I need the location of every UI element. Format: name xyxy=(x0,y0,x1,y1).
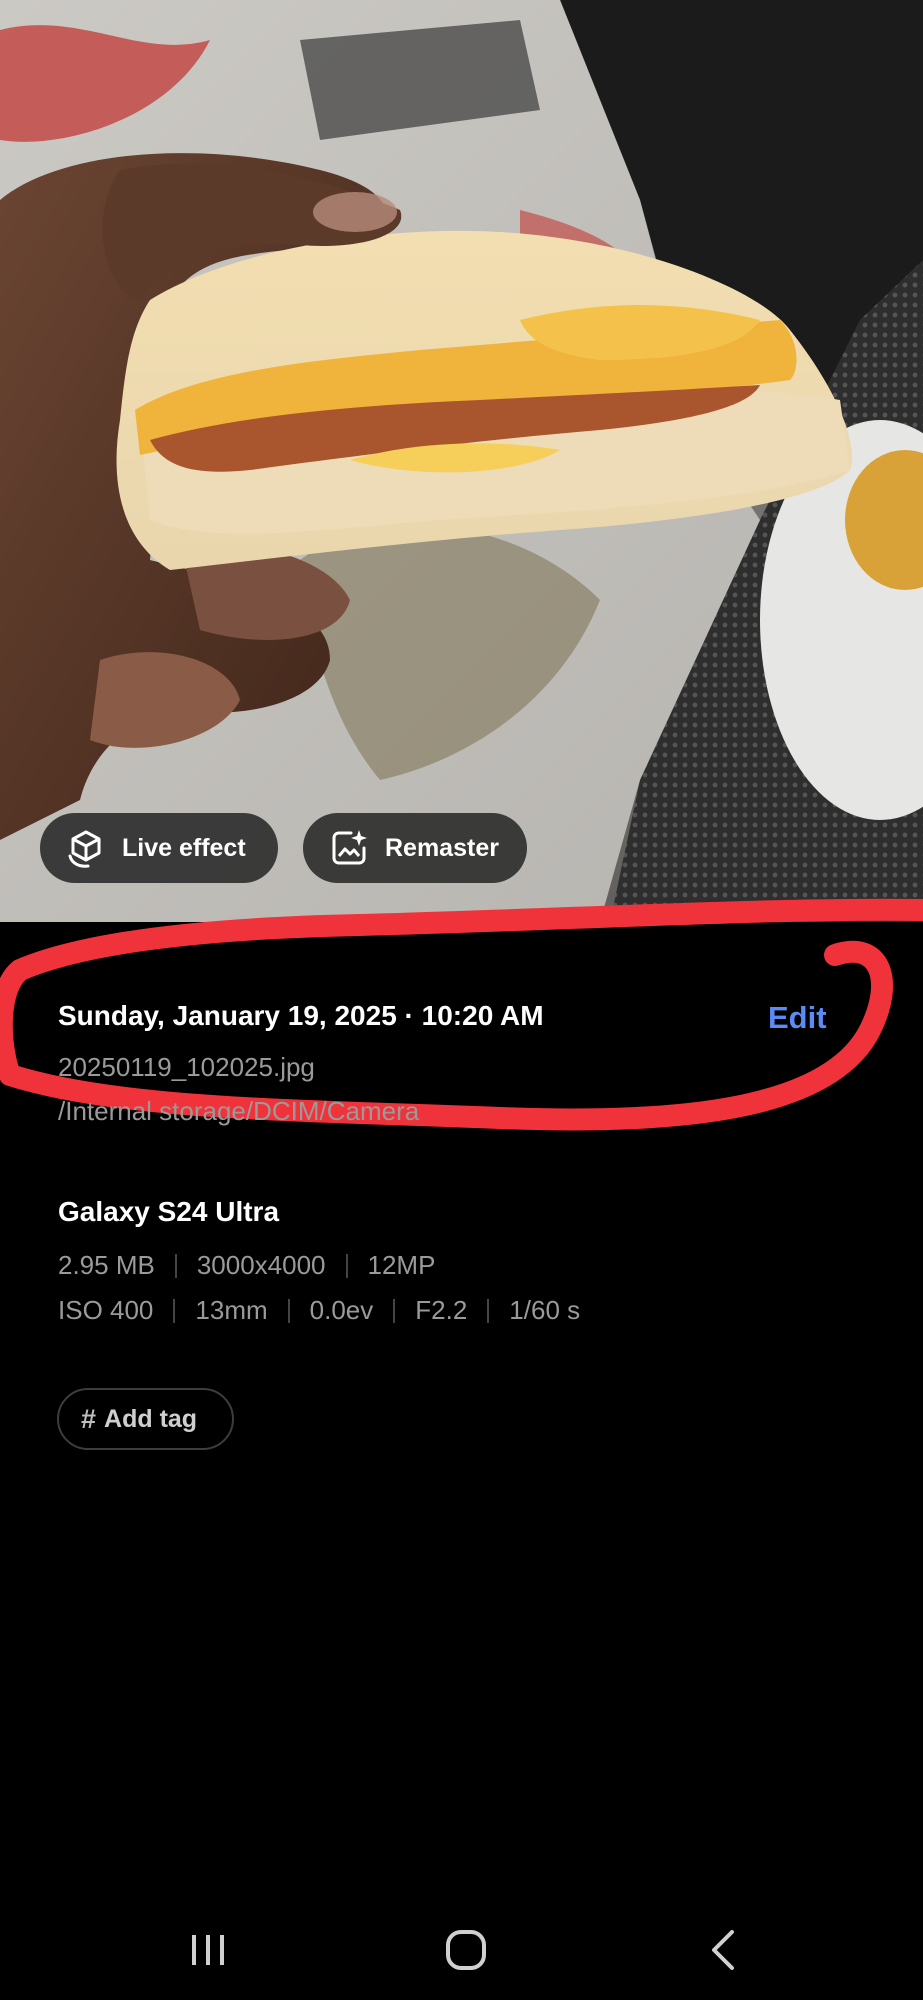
add-tag-label: Add tag xyxy=(104,1404,198,1433)
divider xyxy=(174,1253,177,1278)
divider xyxy=(487,1298,490,1323)
camera-info-row: ISO 400 13mm 0.0ev F2.2 1/60 s xyxy=(58,1295,580,1326)
divider xyxy=(393,1298,396,1323)
exposure-value: 0.0ev xyxy=(309,1295,374,1325)
back-icon[interactable] xyxy=(694,1920,754,1980)
hashtag-icon: # xyxy=(81,1403,97,1434)
device-model: Galaxy S24 Ultra xyxy=(58,1196,280,1227)
aperture: F2.2 xyxy=(415,1295,468,1325)
recents-icon[interactable] xyxy=(178,1920,238,1980)
red-annotation-circle xyxy=(0,898,923,1131)
focal-length: 13mm xyxy=(195,1295,268,1325)
edit-details-button[interactable]: Edit xyxy=(768,1000,827,1036)
photo-image xyxy=(0,0,923,922)
resolution: 3000x4000 xyxy=(196,1250,326,1280)
shutter-speed: 1/60 s xyxy=(509,1295,581,1325)
divider xyxy=(345,1253,348,1278)
file-path: /Internal storage/DCIM/Camera xyxy=(58,1096,420,1126)
date-time: Sunday, January 19, 2025 · 10:20 AM xyxy=(58,1000,544,1031)
megapixels: 12MP xyxy=(367,1250,436,1280)
divider xyxy=(173,1298,176,1323)
iso: ISO 400 xyxy=(58,1295,154,1325)
add-tag-button[interactable]: # Add tag xyxy=(57,1388,234,1450)
remaster-label: Remaster xyxy=(385,833,499,862)
system-navigation-bar xyxy=(0,1890,923,2000)
file-size: 2.95 MB xyxy=(58,1250,155,1280)
divider xyxy=(287,1298,290,1323)
live-effect-icon xyxy=(68,830,101,868)
file-name: 20250119_102025.jpg xyxy=(58,1052,315,1082)
live-effect-label: Live effect xyxy=(122,833,246,862)
file-info-row: 2.95 MB 3000x4000 12MP xyxy=(58,1250,435,1281)
live-effect-button[interactable]: Live effect xyxy=(40,813,278,883)
photo-preview[interactable]: Live effect Remaster xyxy=(0,0,923,922)
remaster-icon xyxy=(332,830,367,865)
home-icon[interactable] xyxy=(436,1920,496,1980)
remaster-button[interactable]: Remaster xyxy=(303,813,527,883)
